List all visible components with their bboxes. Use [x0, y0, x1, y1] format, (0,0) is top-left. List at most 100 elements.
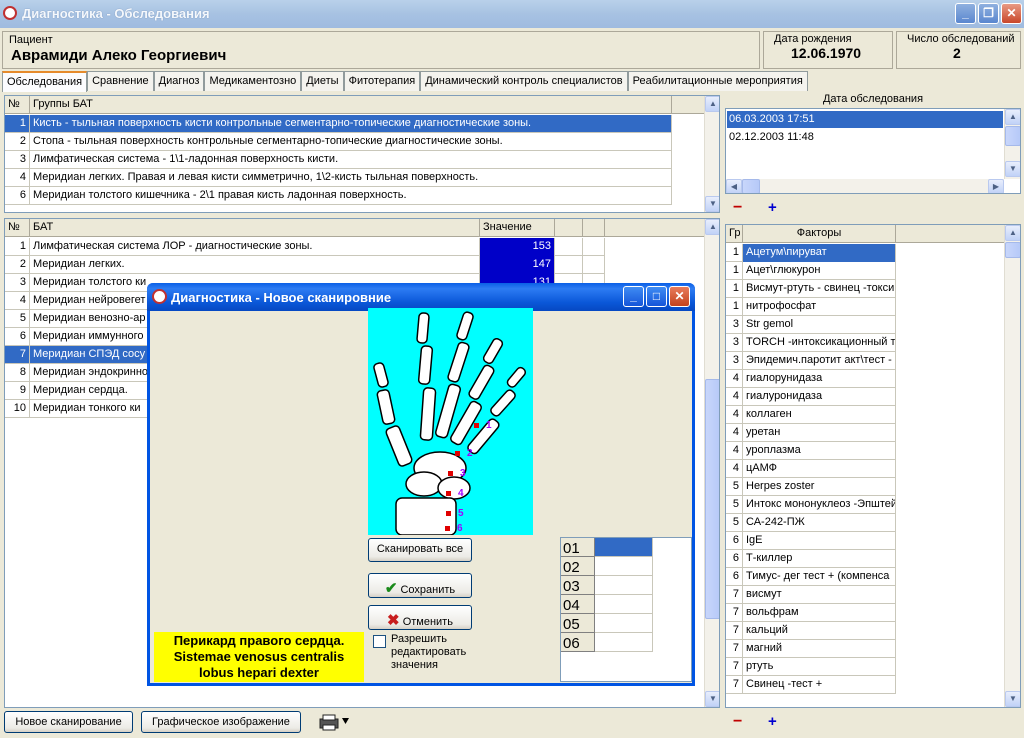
point-marker[interactable]	[474, 423, 479, 428]
scroll-right-icon[interactable]: ▶	[988, 179, 1004, 193]
cancel-button[interactable]: ✖ Отменить	[368, 605, 472, 630]
scroll-up-icon[interactable]: ▲	[705, 96, 719, 112]
scroll-thumb[interactable]	[742, 179, 760, 193]
allow-edit-checkbox[interactable]	[373, 635, 386, 648]
date-item[interactable]: 02.12.2003 11:48	[727, 129, 1003, 146]
dates-hscroll[interactable]: ◀ ▶	[726, 179, 1004, 193]
table-row[interactable]: 6 Меридиан толстого кишечника - 2\1 прав…	[5, 187, 672, 205]
scan-row[interactable]: 05	[561, 614, 653, 633]
scroll-thumb[interactable]	[705, 379, 719, 619]
scan-values-grid[interactable]: 01 02 03 04 05 06	[560, 537, 692, 682]
scroll-thumb[interactable]	[1005, 126, 1020, 146]
table-row[interactable]: 5 Интокс мононуклеоз -Эпштей	[726, 496, 896, 514]
remove-date-icon[interactable]: −	[733, 199, 742, 217]
table-row[interactable]: 7 вольфрам	[726, 604, 896, 622]
remove-factor-icon[interactable]: −	[733, 713, 742, 731]
point-label[interactable]: 3	[460, 468, 466, 479]
dialog-maximize-button[interactable]: □	[646, 286, 667, 307]
point-marker[interactable]	[455, 451, 460, 456]
scroll-left-icon[interactable]: ◀	[726, 179, 742, 193]
scan-row[interactable]: 02	[561, 557, 653, 576]
table-row[interactable]: 7 магний	[726, 640, 896, 658]
table-row[interactable]: 2 Меридиан легких. 147	[5, 256, 605, 274]
scroll-down-icon[interactable]: ▼	[705, 691, 719, 707]
table-row[interactable]: 4 уроплазма	[726, 442, 896, 460]
scan-row-value[interactable]	[595, 557, 653, 576]
tab-rehabilitation[interactable]: Реабилитационные мероприятия	[627, 71, 808, 91]
tab-diets[interactable]: Диеты	[301, 71, 344, 91]
table-row[interactable]: 1 Ацетум\пируват	[726, 244, 896, 262]
scan-row[interactable]: 04	[561, 595, 653, 614]
minimize-button[interactable]: _	[955, 3, 976, 24]
scan-row-value[interactable]	[595, 633, 653, 652]
table-row[interactable]: 5 Herpes zoster	[726, 478, 896, 496]
scan-row-value[interactable]	[595, 595, 653, 614]
scroll-up-icon[interactable]: ▲	[1005, 109, 1020, 125]
table-row[interactable]: 4 гиалуронидаза	[726, 388, 896, 406]
factors-scrollbar[interactable]: ▲ ▼	[1004, 225, 1020, 707]
row-value[interactable]: 153	[480, 238, 555, 256]
scroll-down-icon[interactable]: ▼	[705, 196, 719, 212]
table-row[interactable]: 4 уретан	[726, 424, 896, 442]
point-label[interactable]: 4	[458, 488, 464, 499]
table-row[interactable]: 7 кальций	[726, 622, 896, 640]
table-row[interactable]: 7 висмут	[726, 586, 896, 604]
table-row[interactable]: 2 Стопа - тыльная поверхность контрольны…	[5, 133, 672, 151]
tab-comparison[interactable]: Сравнение	[87, 71, 154, 91]
factors-grid[interactable]: Гр Факторы 1 Ацетум\пируват 1 Ацет\глюку…	[725, 224, 1021, 708]
tab-medication[interactable]: Медикаментозно	[204, 71, 302, 91]
scroll-thumb[interactable]	[1005, 242, 1020, 258]
table-row[interactable]: 5 СА-242-ПЖ	[726, 514, 896, 532]
scroll-up-icon[interactable]: ▲	[1005, 225, 1020, 241]
date-item-selected[interactable]: 06.03.2003 17:51	[727, 111, 1003, 128]
table-row[interactable]: 6 IgE	[726, 532, 896, 550]
close-button[interactable]: ✕	[1001, 3, 1022, 24]
point-label[interactable]: 5	[458, 508, 464, 519]
table-row[interactable]: 1 Ацет\глюкурон	[726, 262, 896, 280]
scan-row[interactable]: 06	[561, 633, 653, 652]
row-value[interactable]: 147	[480, 256, 555, 274]
scan-row[interactable]: 03	[561, 576, 653, 595]
restore-button[interactable]: ❐	[978, 3, 999, 24]
table-row[interactable]: 4 цАМФ	[726, 460, 896, 478]
scan-row-value[interactable]	[595, 576, 653, 595]
bat-scrollbar[interactable]: ▲ ▼	[704, 219, 719, 707]
add-date-icon[interactable]: +	[768, 199, 777, 216]
table-row[interactable]: 4 Меридиан легких. Правая и левая кисти …	[5, 169, 672, 187]
table-row[interactable]: 1 Лимфатическая система ЛОР - диагностич…	[5, 238, 605, 256]
table-row[interactable]: 1 Висмут-ртуть - свинец -токси	[726, 280, 896, 298]
tab-dynamic-control[interactable]: Динамический контроль специалистов	[420, 71, 628, 91]
table-row[interactable]: 7 Свинец -тест +	[726, 676, 896, 694]
table-row[interactable]: 3 TORCH -интоксикационный т	[726, 334, 896, 352]
scan-row[interactable]: 01	[561, 538, 653, 557]
dialog-minimize-button[interactable]: _	[623, 286, 644, 307]
table-row[interactable]: 3 Str gemol	[726, 316, 896, 334]
tab-diagnosis[interactable]: Диагноз	[153, 71, 205, 91]
groups-grid[interactable]: № Группы БАТ 1 Кисть - тыльная поверхнос…	[4, 95, 720, 213]
table-row[interactable]: 6 Т-киллер	[726, 550, 896, 568]
table-row[interactable]: 3 Эпидемич.паротит акт\тест -	[726, 352, 896, 370]
point-label[interactable]: 2	[467, 448, 473, 459]
point-marker[interactable]	[445, 526, 450, 531]
scan-row-value[interactable]	[595, 538, 653, 557]
scroll-down-icon[interactable]: ▼	[1005, 691, 1020, 707]
print-button[interactable]	[318, 712, 352, 732]
scroll-up-icon[interactable]: ▲	[705, 219, 719, 235]
scan-row-value[interactable]	[595, 614, 653, 633]
table-row[interactable]: 7 ртуть	[726, 658, 896, 676]
table-row[interactable]: 1 Кисть - тыльная поверхность кисти конт…	[5, 115, 672, 133]
add-factor-icon[interactable]: +	[768, 713, 777, 730]
table-row[interactable]: 4 гиалорунидаза	[726, 370, 896, 388]
tab-phytotherapy[interactable]: Фитотерапия	[343, 71, 421, 91]
dialog-close-button[interactable]: ✕	[669, 286, 690, 307]
point-marker[interactable]	[446, 511, 451, 516]
new-scan-button[interactable]: Новое сканирование	[4, 711, 133, 733]
scan-all-button[interactable]: Сканировать все	[368, 538, 472, 562]
table-row[interactable]: 1 нитрофосфат	[726, 298, 896, 316]
graphic-view-button[interactable]: Графическое изображение	[141, 711, 301, 733]
point-marker[interactable]	[446, 491, 451, 496]
table-row[interactable]: 4 коллаген	[726, 406, 896, 424]
point-marker[interactable]	[448, 471, 453, 476]
point-label[interactable]: 6	[457, 523, 463, 534]
table-row[interactable]: 6 Тимус- дег тест + (компенса	[726, 568, 896, 586]
